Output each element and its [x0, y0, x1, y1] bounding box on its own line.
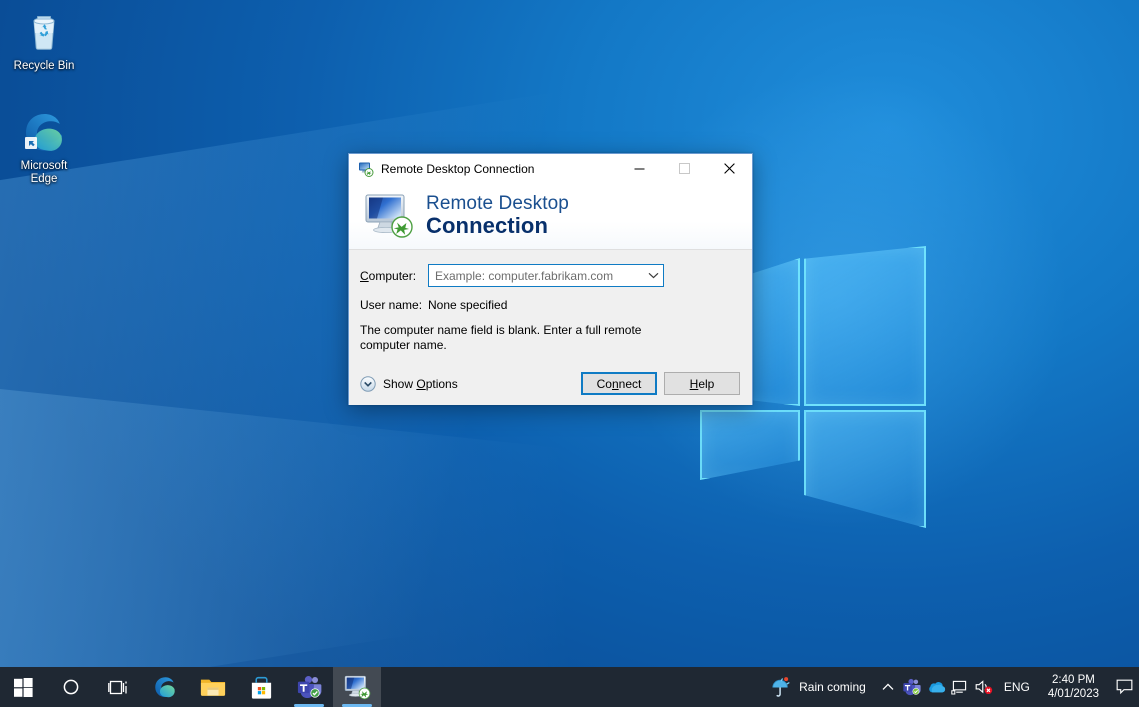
action-center-button[interactable] — [1109, 667, 1139, 707]
computer-label-accesskey: C — [360, 269, 369, 283]
notification-bubble-icon — [1116, 679, 1133, 695]
username-label: User name: — [360, 298, 428, 312]
dialog-titlebar[interactable]: Remote Desktop Connection — [349, 154, 752, 183]
volume-muted-tray-icon — [975, 679, 993, 695]
start-button[interactable] — [0, 667, 47, 707]
task-view-icon — [108, 679, 128, 696]
computer-label-rest: omputer: — [369, 269, 416, 283]
microsoft-edge-icon — [152, 674, 178, 700]
microsoft-edge-icon — [6, 108, 82, 156]
minimize-icon — [634, 163, 645, 174]
chevron-up-icon — [882, 683, 894, 691]
recycle-bin-icon — [6, 8, 82, 56]
remote-desktop-icon — [358, 161, 374, 177]
onedrive-tray-icon — [926, 680, 946, 694]
network-tray-icon — [951, 680, 968, 695]
desktop-icon-label-line2: Edge — [31, 173, 58, 185]
microsoft-store-icon — [249, 675, 274, 700]
umbrella-rain-icon — [770, 676, 792, 698]
hero-logo-pane-bottom-right — [804, 410, 926, 528]
minimize-button[interactable] — [617, 154, 662, 183]
desktop-icon-recycle-bin[interactable]: Recycle Bin — [6, 8, 82, 73]
computer-field-row: Computer: Example: computer.fabrikam.com — [360, 264, 740, 287]
computer-label: Computer: — [360, 269, 428, 283]
system-tray[interactable]: Rain coming — [762, 667, 1139, 707]
taskbar[interactable]: Rain coming — [0, 667, 1139, 707]
show-hidden-icons-button[interactable] — [876, 667, 900, 707]
microsoft-teams-icon — [296, 675, 322, 699]
maximize-icon — [679, 163, 690, 174]
close-button[interactable] — [707, 154, 752, 183]
search-icon — [62, 678, 80, 696]
taskbar-item-microsoft-edge[interactable] — [141, 667, 189, 707]
tray-icon-network[interactable] — [948, 667, 972, 707]
hero-logo-pane-top-right — [804, 246, 926, 406]
branding-line-2: Connection — [426, 214, 569, 237]
close-icon — [724, 163, 735, 174]
taskbar-item-remote-desktop-connection[interactable] — [333, 667, 381, 707]
taskbar-item-microsoft-store[interactable] — [237, 667, 285, 707]
desktop[interactable]: Recycle Bin Microsoft Edge — [0, 0, 1139, 707]
computer-input[interactable]: Example: computer.fabrikam.com — [428, 264, 664, 287]
tray-language-indicator[interactable]: ENG — [996, 667, 1038, 707]
tray-icon-microsoft-teams[interactable] — [900, 667, 924, 707]
dialog-branding-header: Remote Desktop Connection — [349, 183, 752, 250]
clock-date: 4/01/2023 — [1048, 687, 1099, 701]
username-field-row: User name: None specified — [360, 298, 740, 312]
dialog-title: Remote Desktop Connection — [381, 162, 617, 176]
tray-language-text: ENG — [1004, 680, 1030, 694]
taskbar-weather-widget[interactable]: Rain coming — [762, 667, 876, 707]
task-view-button[interactable] — [94, 667, 141, 707]
tray-icon-onedrive[interactable] — [924, 667, 948, 707]
validation-hint: The computer name field is blank. Enter … — [360, 323, 660, 353]
hero-logo-pane-bottom-left — [700, 410, 800, 480]
chevron-down-circle-icon — [360, 376, 376, 392]
tray-icon-volume-muted[interactable] — [972, 667, 996, 707]
taskbar-item-microsoft-teams[interactable] — [285, 667, 333, 707]
branding-line-1: Remote Desktop — [426, 194, 569, 214]
taskbar-clock[interactable]: 2:40 PM 4/01/2023 — [1038, 667, 1109, 707]
desktop-icon-microsoft-edge[interactable]: Microsoft Edge — [6, 108, 82, 186]
connect-button[interactable]: Connect — [581, 372, 657, 395]
search-button[interactable] — [47, 667, 94, 707]
help-button[interactable]: Help — [664, 372, 740, 395]
computer-input-placeholder: Example: computer.fabrikam.com — [429, 269, 644, 283]
taskbar-item-file-explorer[interactable] — [189, 667, 237, 707]
show-options-label: Show Options — [383, 377, 458, 391]
desktop-icon-label: Recycle Bin — [14, 60, 75, 72]
username-value: None specified — [428, 298, 507, 312]
windows-logo-icon — [14, 678, 33, 697]
maximize-button — [662, 154, 707, 183]
show-options-toggle[interactable]: Show Options — [360, 376, 458, 392]
weather-text: Rain coming — [799, 680, 866, 694]
dialog-branding-text: Remote Desktop Connection — [426, 194, 569, 237]
dialog-footer: Show Options Connect Help — [349, 372, 752, 395]
desktop-icon-label-line1: Microsoft — [21, 160, 68, 172]
wallpaper-light-ray-lower — [0, 383, 840, 707]
remote-desktop-monitor-icon — [364, 193, 414, 239]
microsoft-teams-tray-icon — [902, 678, 921, 696]
remote-desktop-icon — [344, 675, 371, 700]
chevron-down-icon[interactable] — [644, 265, 663, 286]
dialog-body: Computer: Example: computer.fabrikam.com… — [349, 250, 752, 405]
remote-desktop-connection-dialog[interactable]: Remote Desktop Connection — [348, 153, 753, 405]
clock-time: 2:40 PM — [1052, 673, 1095, 687]
file-explorer-icon — [200, 675, 226, 699]
